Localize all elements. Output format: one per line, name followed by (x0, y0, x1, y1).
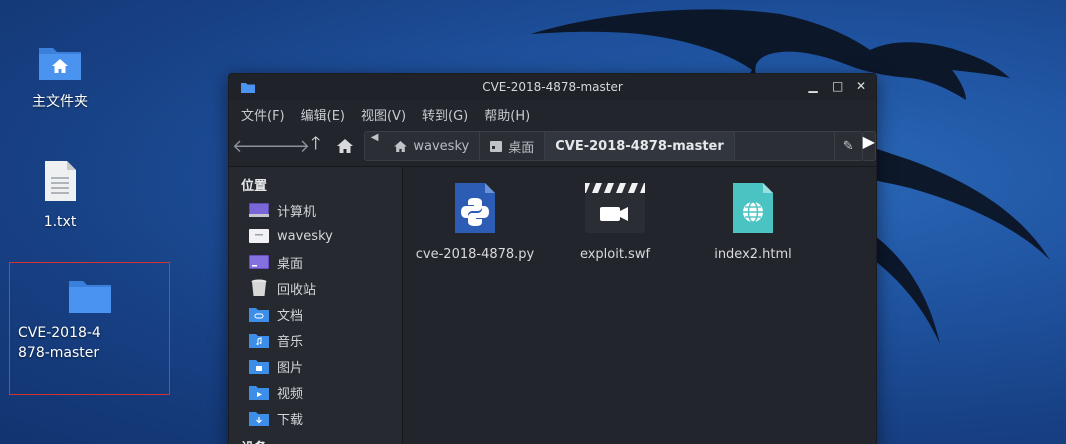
window-title: CVE-2018-4878-master (482, 80, 623, 94)
sidebar-places-heading: 位置 (241, 179, 268, 194)
sidebar-item-music[interactable]: 音乐 (229, 327, 402, 353)
arrow-up-icon: 🡑 (310, 133, 321, 154)
videos-folder-icon (249, 385, 269, 400)
file-name: index2.html (714, 247, 792, 262)
sidebar-item-wavesky[interactable]: wavesky (229, 223, 402, 249)
path-bar: ◀ wavesky 桌面 CVE-2018-4878-master ✎ (363, 131, 863, 161)
sidebar-item-documents[interactable]: 文档 (229, 301, 402, 327)
home-folder-icon (249, 229, 269, 243)
path-current-label: CVE-2018-4878-master (555, 138, 724, 154)
file-view[interactable]: cve-2018-4878.py exploit.swf index2.html (403, 167, 876, 444)
video-file-icon (585, 183, 645, 233)
text-file-icon (45, 161, 76, 201)
content-area: 位置 计算机 wavesky 桌面 回收站 文档 音乐 图片 视频 下载 cve… (229, 166, 876, 444)
sidebar-item-label: 桌面 (277, 256, 304, 272)
folder-app-icon (241, 83, 255, 93)
html-file-icon (733, 183, 773, 233)
desktop-icon-label: 主文件夹 (32, 94, 88, 110)
desktop-home-folder[interactable]: 主文件夹 (0, 42, 120, 112)
file-item-python[interactable]: cve-2018-4878.py (405, 181, 545, 262)
toolbar: 🡐 🡒 🡑 ◀ wavesky 桌面 CVE-2018-4878-master … (229, 128, 876, 164)
file-name: cve-2018-4878.py (415, 247, 535, 262)
desktop-text-file[interactable]: 1.txt (0, 160, 120, 232)
path-desktop-label: 桌面 (508, 140, 535, 156)
sidebar-item-label: 回收站 (277, 282, 317, 298)
sidebar-item-downloads[interactable]: 下载 (229, 405, 402, 431)
minimize-button[interactable]: ▁ (808, 79, 818, 93)
home-folder-icon (39, 48, 81, 80)
pencil-icon: ✎ (842, 138, 854, 154)
menu-go[interactable]: 转到(G) (422, 105, 468, 124)
desktop-icon-label: 1.txt (43, 214, 77, 230)
pictures-folder-icon (249, 359, 269, 374)
desktop-icon (249, 255, 269, 269)
sidebar-item-videos[interactable]: 视频 (229, 379, 402, 405)
sidebar-item-label: 音乐 (277, 334, 304, 350)
desktop-icon (490, 140, 503, 152)
path-segment-home[interactable]: wavesky (384, 132, 481, 160)
file-item-swf[interactable]: exploit.swf (545, 181, 685, 262)
desktop-cve-folder[interactable]: CVE-2018-4 878-master (9, 262, 170, 395)
file-name: exploit.swf (579, 247, 651, 262)
file-manager-window: CVE-2018-4878-master ▁ □ ✕ 文件(F) 编辑(E) 视… (228, 73, 877, 444)
sidebar-item-label: 文档 (277, 308, 304, 324)
sidebar-item-computer[interactable]: 计算机 (229, 197, 402, 223)
sidebar-item-label: wavesky (277, 228, 333, 244)
home-icon (337, 139, 354, 153)
path-segment-desktop[interactable]: 桌面 (480, 132, 546, 160)
maximize-button[interactable]: □ (832, 79, 843, 93)
file-item-html[interactable]: index2.html (683, 181, 823, 262)
path-scroll-right-button[interactable]: ▶ (862, 131, 876, 161)
menu-edit[interactable]: 编辑(E) (301, 105, 345, 124)
sidebar-item-label: 视频 (277, 386, 304, 402)
sidebar: 位置 计算机 wavesky 桌面 回收站 文档 音乐 图片 视频 下载 (229, 167, 403, 444)
up-button[interactable]: 🡑 (301, 132, 330, 160)
sidebar-item-pictures[interactable]: 图片 (229, 353, 402, 379)
path-home-label: wavesky (413, 138, 470, 154)
menu-view[interactable]: 视图(V) (361, 105, 406, 124)
path-segment-current[interactable]: CVE-2018-4878-master (545, 132, 735, 160)
sidebar-item-trash[interactable]: 回收站 (229, 275, 402, 301)
home-icon (394, 140, 408, 152)
folder-icon (68, 281, 111, 313)
forward-button[interactable]: 🡒 (262, 132, 310, 160)
trash-icon (251, 279, 267, 296)
desktop-icon-label-line1: CVE-2018-4 (18, 325, 101, 341)
sidebar-devices-heading: 设备 (229, 437, 402, 444)
menu-help[interactable]: 帮助(H) (484, 105, 530, 124)
sidebar-item-desktop[interactable]: 桌面 (229, 249, 402, 275)
documents-folder-icon (249, 307, 269, 322)
computer-icon (249, 203, 269, 217)
edit-path-button[interactable]: ✎ (833, 132, 862, 160)
title-bar[interactable]: CVE-2018-4878-master ▁ □ ✕ (229, 74, 876, 100)
music-folder-icon (249, 333, 269, 348)
menu-file[interactable]: 文件(F) (241, 105, 285, 124)
path-scroll-left-button[interactable]: ◀ (365, 132, 385, 160)
home-button[interactable] (330, 132, 359, 160)
sidebar-item-label: 下载 (277, 412, 304, 428)
sidebar-item-label: 计算机 (277, 204, 317, 220)
sidebar-item-label: 图片 (277, 360, 304, 376)
python-file-icon (455, 183, 495, 233)
downloads-folder-icon (249, 411, 269, 426)
desktop-icon-label-line2: 878-master (18, 345, 100, 361)
menu-bar: 文件(F) 编辑(E) 视图(V) 转到(G) 帮助(H) (229, 100, 876, 128)
close-button[interactable]: ✕ (856, 79, 866, 93)
